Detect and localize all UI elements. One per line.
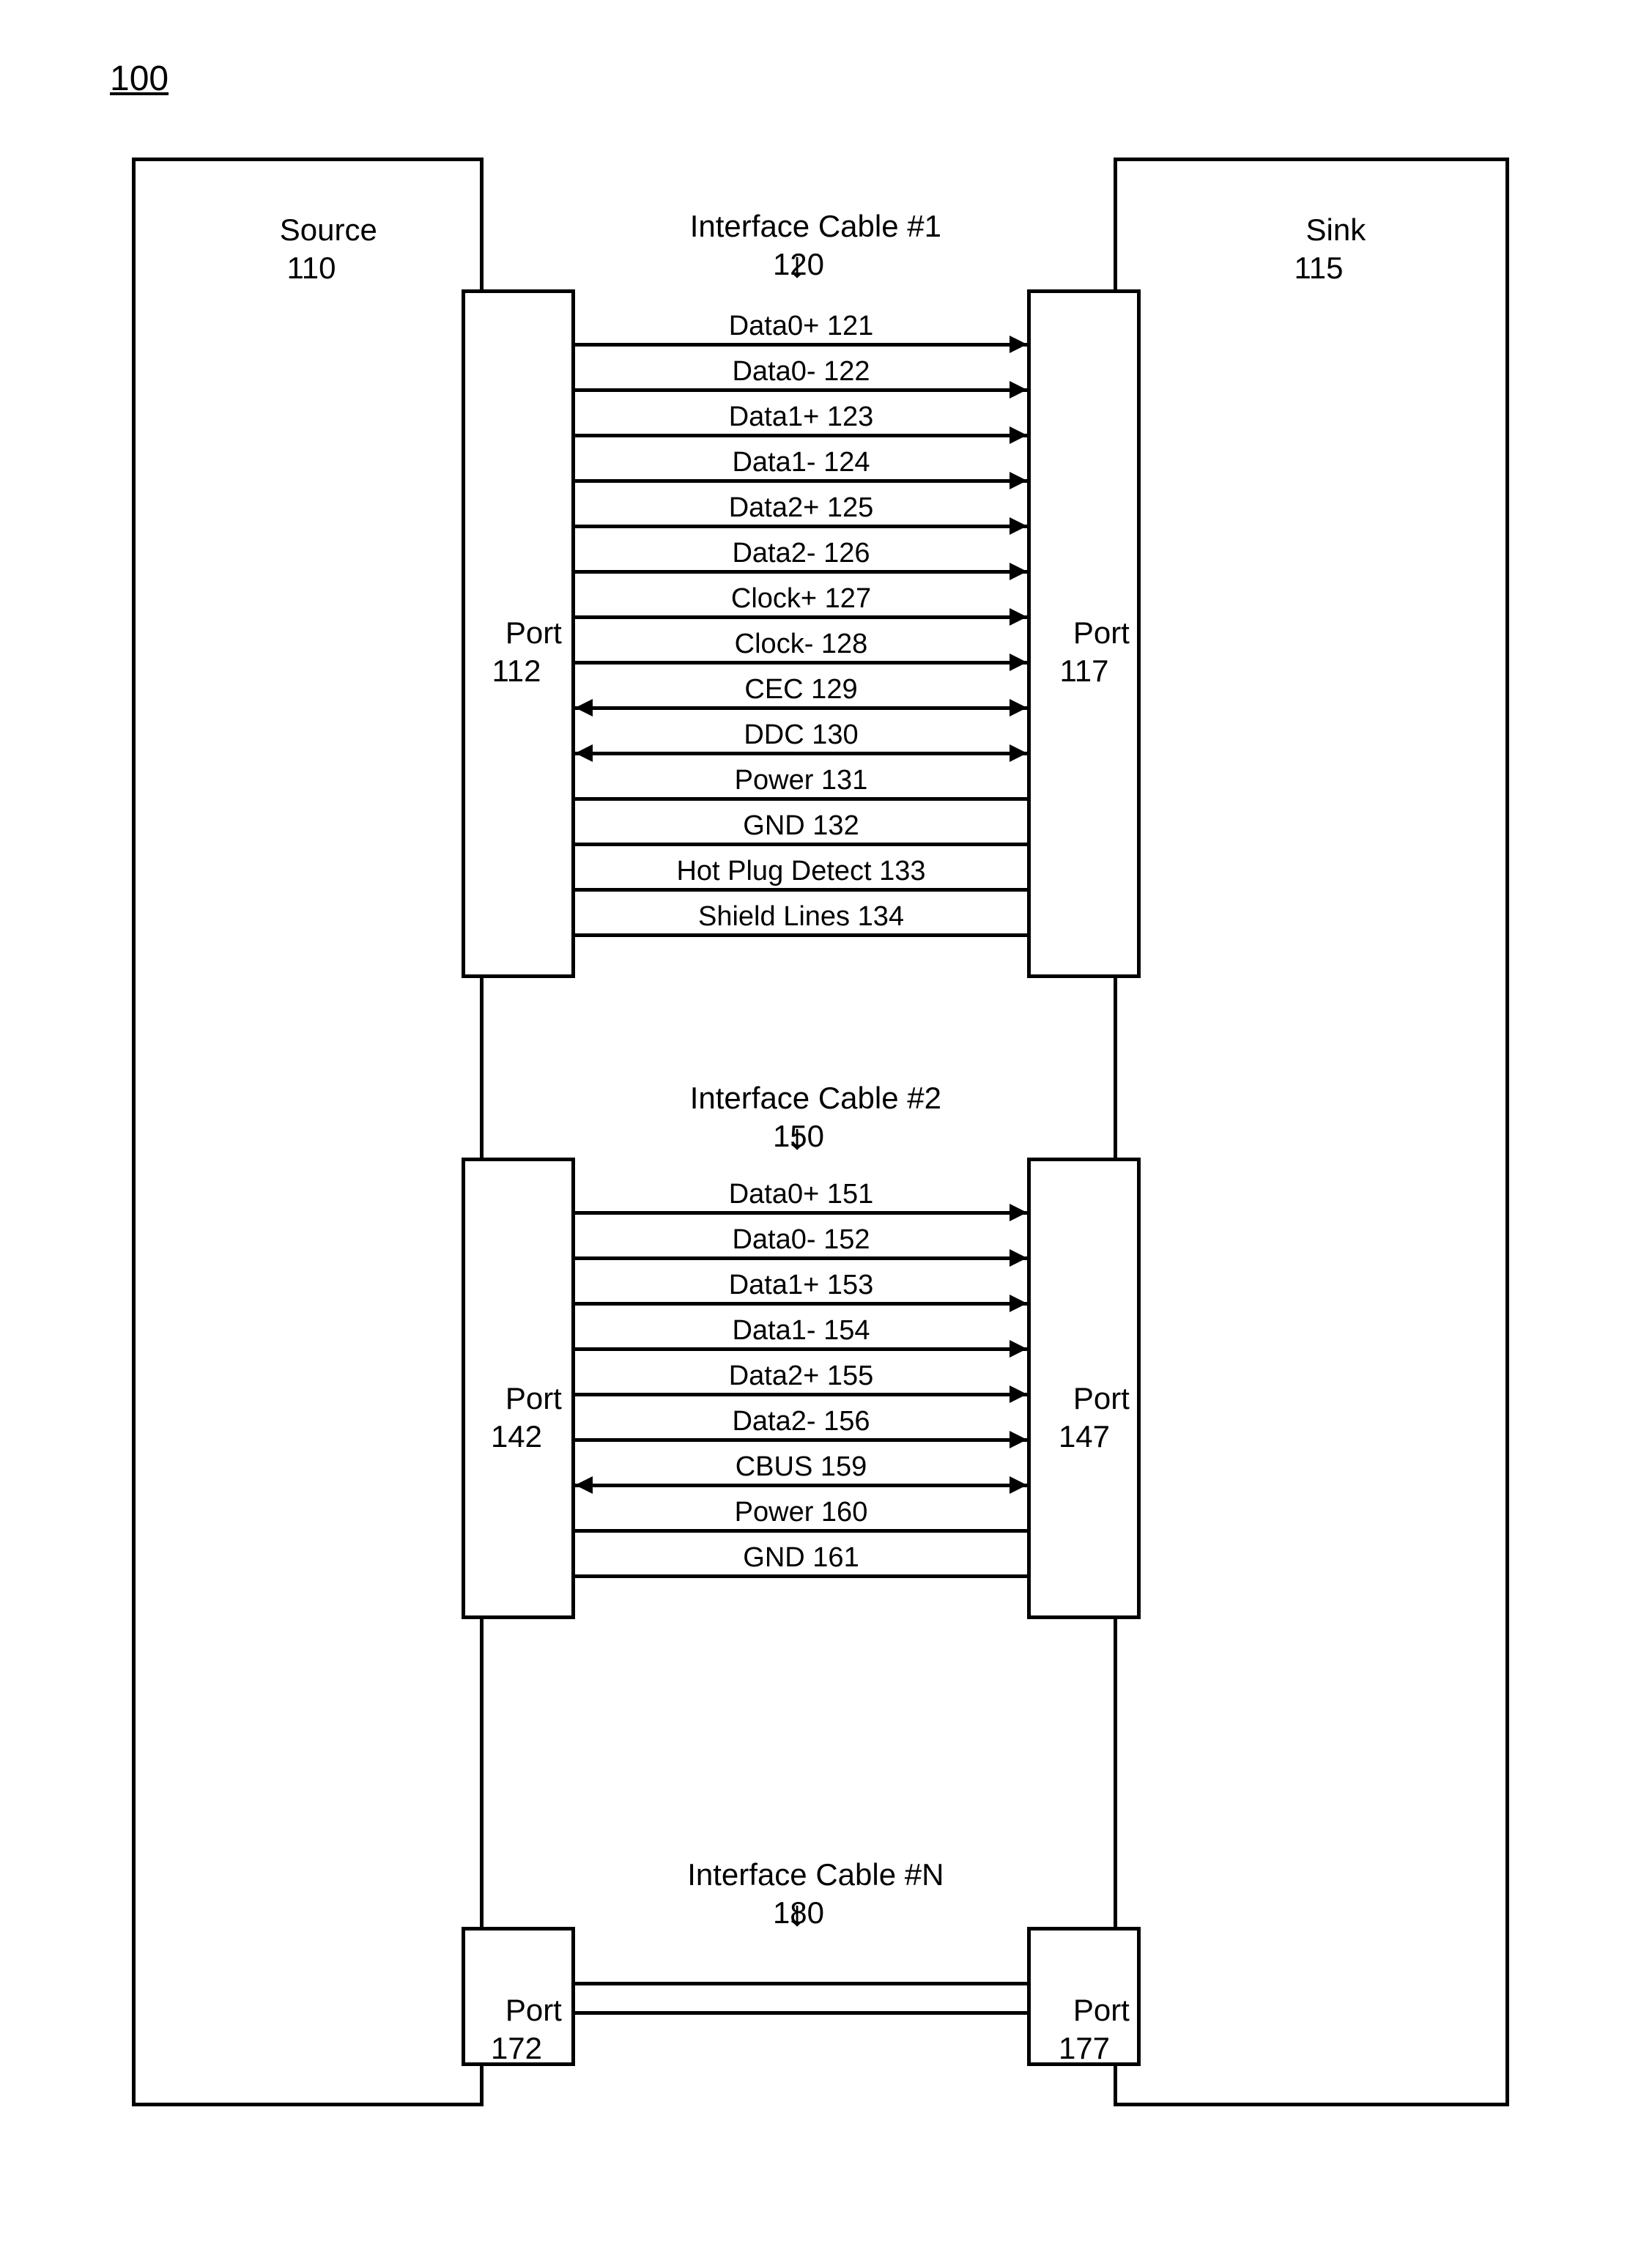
signal-line (575, 797, 1027, 801)
signal-line (575, 1256, 1027, 1260)
cable2-port-right-title: Port (1073, 1381, 1130, 1415)
cableN-line (575, 2011, 1027, 2015)
signal-line (575, 1393, 1027, 1396)
signal-line (575, 615, 1027, 619)
signal-label: Data1- 124 (575, 448, 1027, 476)
cableN-port-left-ref: 172 (491, 2031, 542, 2065)
cable2-title-text: Interface Cable #2 (690, 1081, 941, 1115)
signal-label: Data0+ 121 (575, 312, 1027, 340)
signal-label: Data2+ 125 (575, 494, 1027, 522)
signal-line (575, 570, 1027, 574)
cable1-port-right-ref: 117 (1060, 654, 1109, 688)
down-arrow-icon: ↓ (777, 245, 818, 286)
signal-line (575, 661, 1027, 665)
signal-line (575, 706, 1027, 710)
signal-label: Clock+ 127 (575, 585, 1027, 612)
cable1-port-left-ref: 112 (492, 654, 541, 688)
source-box (132, 158, 484, 2106)
signal-label: GND 161 (575, 1544, 1027, 1572)
cable1-port-left-label: Port 112 (469, 575, 564, 729)
signal-label: Hot Plug Detect 133 (575, 857, 1027, 885)
cableN-port-right-label: Port 177 (1037, 1952, 1132, 2106)
cableN-port-right-ref: 177 (1059, 2031, 1110, 2065)
signal-label: Shield Lines 134 (575, 903, 1027, 930)
signal-line (575, 1302, 1027, 1306)
sink-title: Sink (1305, 212, 1366, 247)
signal-label: DDC 130 (575, 721, 1027, 749)
signal-label: Data2- 156 (575, 1407, 1027, 1435)
source-title: Source (280, 212, 377, 247)
figure-reference-number: 100 (110, 59, 168, 99)
signal-line (575, 843, 1027, 846)
signal-label: Data0+ 151 (575, 1180, 1027, 1208)
cableN-title-text: Interface Cable #N (687, 1857, 944, 1892)
signal-label: Data1+ 123 (575, 403, 1027, 431)
signal-label: Data2+ 155 (575, 1362, 1027, 1390)
down-arrow-icon: ↓ (777, 1894, 818, 1934)
sink-ref: 115 (1294, 251, 1344, 285)
signal-label: Clock- 128 (575, 630, 1027, 658)
source-ref: 110 (287, 251, 336, 285)
cableN-port-right-title: Port (1073, 1993, 1130, 2027)
signal-line (575, 933, 1027, 937)
signal-label: CEC 129 (575, 675, 1027, 703)
signal-line (575, 888, 1027, 892)
cable2-port-right-ref: 147 (1059, 1419, 1110, 1454)
signal-arrow-icon (29, 29, 30, 30)
signal-line (575, 479, 1027, 483)
signal-line (575, 1347, 1027, 1351)
cableN-port-left-label: Port 172 (469, 1952, 564, 2106)
cableN-port-left-title: Port (505, 1993, 562, 2027)
diagram-page: 100 Source 110 Sink 115 Interface Cable … (29, 29, 1623, 2229)
source-label: Source 110 (231, 172, 392, 326)
signal-label: Data1- 154 (575, 1317, 1027, 1344)
cable1-title-text: Interface Cable #1 (690, 209, 941, 243)
signal-line (575, 525, 1027, 528)
signal-label: GND 132 (575, 812, 1027, 840)
signal-line (575, 434, 1027, 437)
signal-line (575, 1438, 1027, 1442)
signal-line (575, 1484, 1027, 1487)
signal-line (575, 388, 1027, 392)
cable2-port-left-label: Port 142 (469, 1341, 564, 1495)
signal-label: Data1+ 153 (575, 1271, 1027, 1299)
signal-line (575, 1211, 1027, 1215)
signal-line (575, 343, 1027, 347)
signal-line (575, 1529, 1027, 1533)
cable1-port-right-label: Port 117 (1037, 575, 1132, 729)
down-arrow-icon: ↓ (777, 1117, 818, 1158)
signal-label: Power 131 (575, 766, 1027, 794)
cable1-port-right-title: Port (1073, 615, 1130, 650)
cableN-line (575, 1982, 1027, 1985)
signal-label: Data2- 126 (575, 539, 1027, 567)
signal-label: Data0- 152 (575, 1226, 1027, 1254)
signal-line (575, 752, 1027, 755)
cable2-port-left-title: Port (505, 1381, 562, 1415)
signal-label: Data0- 122 (575, 358, 1027, 385)
sink-label: Sink 115 (1238, 172, 1399, 326)
cable2-port-left-ref: 142 (491, 1419, 542, 1454)
signal-label: CBUS 159 (575, 1453, 1027, 1481)
signal-label: Power 160 (575, 1498, 1027, 1526)
sink-box (1114, 158, 1509, 2106)
signal-line (575, 1574, 1027, 1578)
cable1-port-left-title: Port (505, 615, 562, 650)
cable2-port-right-label: Port 147 (1037, 1341, 1132, 1495)
